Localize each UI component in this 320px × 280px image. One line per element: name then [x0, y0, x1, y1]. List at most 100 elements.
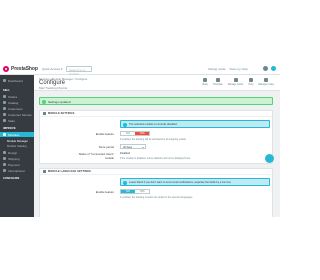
- globe-icon: [3, 169, 6, 172]
- sidebar-section-configure: CONFIGURE: [3, 177, 20, 180]
- sidebar-item-label: Customer Service: [8, 112, 32, 117]
- cog-icon: [43, 112, 46, 115]
- sidebar-item-shipping[interactable]: Shipping: [0, 156, 34, 161]
- anchor-icon: [233, 78, 238, 82]
- panel-heading-text: MODULE SETTINGS: [48, 112, 75, 115]
- gear-icon: [264, 78, 269, 82]
- sidebar-item-label: Dashboard: [8, 78, 23, 83]
- toolbar-translate-button[interactable]: Translate: [213, 78, 223, 86]
- top-header: PrestaShop Quick Access ▾ Search (e.g.: …: [0, 64, 280, 80]
- switch-yes[interactable]: YES: [135, 190, 149, 193]
- toolbar-hooks-button[interactable]: Manage hooks: [227, 78, 244, 86]
- quick-access-menu[interactable]: Quick Access ▾: [42, 67, 63, 71]
- toolbar-label: Help: [248, 83, 254, 86]
- sidebar-item-label: International: [8, 168, 25, 173]
- logo-text: PrestaShop: [11, 66, 38, 72]
- info-icon: [123, 122, 127, 127]
- sidebar-item-payment[interactable]: Payment: [0, 162, 34, 167]
- sidebar-item-label: Modules: [8, 132, 20, 137]
- header-links: Debug mode View my shop: [208, 67, 248, 71]
- info-alert: Leave blank if you don't want to send em…: [120, 178, 270, 186]
- connected-users-label: Status of "Connected Users" module: [78, 152, 114, 160]
- sidebar-subitem-module-catalog[interactable]: Module Catalog: [0, 143, 34, 148]
- logo[interactable]: PrestaShop: [3, 66, 38, 72]
- check-icon: [42, 99, 46, 104]
- sidebar-item-catalog[interactable]: Catalog: [0, 100, 34, 105]
- back-icon: [203, 78, 208, 82]
- switch-yes[interactable]: YES: [135, 132, 149, 135]
- toolbar-label: Manage hooks: [227, 83, 244, 86]
- enable-feature-switch[interactable]: NO YES: [120, 131, 150, 136]
- toolbar-label: Manage hooks: [258, 83, 274, 86]
- sidebar-item-stats[interactable]: Stats: [0, 118, 34, 123]
- chat-icon: [3, 113, 6, 116]
- header-icons: [263, 66, 276, 71]
- puzzle-icon: [3, 133, 6, 136]
- sidebar-item-design[interactable]: Design: [0, 150, 34, 155]
- sidebar-section-sell: SELL: [3, 89, 11, 92]
- chevron-down-icon: [142, 146, 144, 148]
- cart-icon: [3, 95, 6, 98]
- store-period-label: Store period: [98, 145, 114, 149]
- app-screen: PrestaShop Quick Access ▾ Search (e.g.: …: [0, 64, 280, 217]
- success-alert: Settings updated: [39, 97, 273, 105]
- help-icon: [248, 78, 253, 82]
- page-subtitle: Mail Tracking Monitor: [39, 86, 68, 90]
- quick-access-label: Quick Access: [42, 67, 61, 71]
- cog-icon: [43, 170, 46, 173]
- store-icon: [3, 101, 6, 104]
- sidebar-item-orders[interactable]: Orders: [0, 94, 34, 99]
- enable-feature-label: Enable feature: [95, 190, 114, 194]
- sidebar-item-label: Shipping: [8, 156, 20, 161]
- languages-panel: MODULE LANGUAGE SETTINGS Leave blank if …: [39, 168, 273, 217]
- user-icon: [3, 107, 6, 110]
- help-fab-icon[interactable]: [265, 154, 274, 163]
- search-input[interactable]: Search (e.g.: product reference...: [66, 66, 92, 80]
- settings-panel: MODULE SETTINGS The selected module is c…: [39, 110, 273, 164]
- view-shop-link[interactable]: View my shop: [229, 67, 248, 71]
- sidebar-item-dashboard[interactable]: Dashboard: [0, 78, 34, 83]
- toolbar-help-button[interactable]: Help: [248, 78, 253, 86]
- enable-feature-switch[interactable]: NO YES: [120, 189, 150, 194]
- sidebar-item-international[interactable]: International: [0, 168, 34, 173]
- sidebar-subitem-label: Module Catalog: [7, 143, 27, 148]
- info-message: The selected module is currently disable…: [129, 123, 178, 126]
- connected-users-value: Disabled: [120, 152, 131, 155]
- select-value: 30 days: [123, 145, 133, 149]
- toolbar-manage-button[interactable]: Manage hooks: [258, 78, 274, 86]
- sidebar-item-label: Stats: [8, 118, 15, 123]
- store-period-select[interactable]: 30 days: [120, 144, 146, 149]
- flag-icon: [215, 78, 220, 82]
- sidebar-item-label: Customers: [8, 106, 23, 111]
- connected-users-help: If the module is disabled, some statisti…: [120, 157, 191, 160]
- avatar[interactable]: [271, 66, 276, 71]
- panel-heading: MODULE LANGUAGE SETTINGS: [40, 169, 272, 175]
- sidebar-item-label: Orders: [8, 94, 18, 99]
- debug-mode-link[interactable]: Debug mode: [208, 67, 225, 71]
- switch-no[interactable]: NO: [121, 132, 135, 135]
- stats-icon: [3, 119, 6, 122]
- toolbar-label: Translate: [212, 83, 223, 86]
- page-toolbar: Back Translate Manage hooks Help Manage …: [202, 78, 274, 86]
- panel-heading-text: MODULE LANGUAGE SETTINGS: [48, 170, 91, 173]
- page-header: Modules / Module Manager / Configure Con…: [34, 75, 280, 91]
- card-icon: [3, 163, 6, 166]
- sidebar-item-modules[interactable]: Modules: [0, 132, 34, 137]
- switch-no[interactable]: NO: [121, 190, 135, 193]
- truck-icon: [3, 157, 6, 160]
- enable-feature-help: If enabled, the tracking is active for e…: [120, 196, 193, 199]
- success-message: Settings updated: [48, 100, 71, 104]
- toolbar-label: Back: [202, 83, 208, 86]
- sidebar-item-customer-service[interactable]: Customer Service: [0, 112, 34, 117]
- enable-feature-help: If enabled, the tracking will be activat…: [120, 138, 187, 141]
- sidebar-item-customers[interactable]: Customers: [0, 106, 34, 111]
- panel-heading: MODULE SETTINGS: [40, 111, 272, 117]
- info-icon: [123, 180, 127, 185]
- info-alert: The selected module is currently disable…: [120, 120, 270, 128]
- toolbar-back-button[interactable]: Back: [202, 78, 208, 86]
- sidebar-item-label: Catalog: [8, 100, 19, 105]
- prestashop-logo-icon: [3, 66, 9, 72]
- notifications-icon[interactable]: [263, 66, 268, 71]
- chevron-down-icon: ▾: [61, 67, 63, 71]
- sidebar: Dashboard SELL Orders Catalog Customers …: [0, 75, 34, 217]
